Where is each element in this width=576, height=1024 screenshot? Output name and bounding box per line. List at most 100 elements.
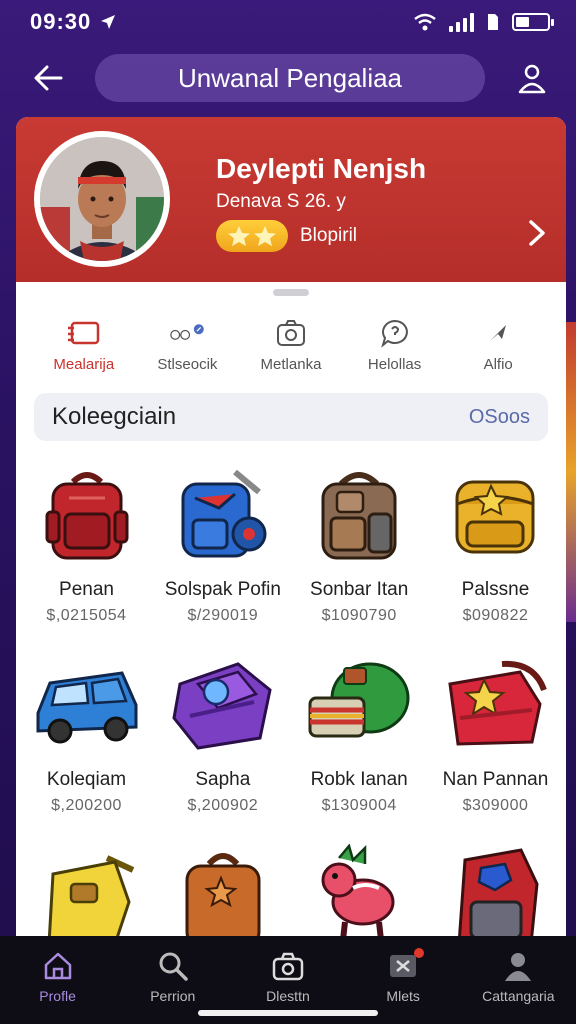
- orange-backpack-icon: [185, 853, 261, 937]
- rank-label: Blopiril: [300, 225, 358, 246]
- rank-row: Blopiril: [216, 220, 357, 252]
- bottom-nav: Profle Perrion Dlesttn Mlets Cattangaria: [0, 936, 576, 1024]
- item-name: Sonbar Itan: [310, 579, 409, 600]
- item-card[interactable]: Solspak Pofin $/290019: [156, 459, 289, 649]
- item-price: $,0215054: [46, 607, 127, 624]
- item-card[interactable]: Penan $,0215054: [20, 459, 153, 649]
- item-price: $,200902: [187, 797, 259, 814]
- item-card[interactable]: [20, 839, 153, 937]
- collection-count: OSoos: [468, 405, 530, 428]
- nav-label: Dlesttn: [266, 988, 310, 1004]
- nav-label: Perrion: [150, 988, 196, 1004]
- tab-metlanka[interactable]: Metlanka: [239, 318, 343, 373]
- nav-profile[interactable]: Profle: [8, 950, 108, 1024]
- nav-label: Cattangaria: [482, 988, 555, 1004]
- link-icon: [170, 324, 205, 340]
- profile-subtitle: Denava S 26. y: [216, 191, 346, 212]
- item-price: $,200200: [51, 797, 122, 814]
- item-price: $1090790: [321, 607, 397, 624]
- blue-backpack-icon: [181, 469, 267, 558]
- item-price: $090822: [462, 607, 529, 624]
- chevron-right-icon: [529, 220, 545, 246]
- home-indicator[interactable]: [198, 1010, 378, 1016]
- tab-alfio[interactable]: Alfio: [446, 318, 550, 373]
- drag-handle[interactable]: [273, 289, 309, 296]
- tab-label: Stlseocik: [157, 356, 218, 373]
- back-button[interactable]: [28, 58, 68, 98]
- star-icon: [228, 226, 250, 246]
- background-card-edge: [566, 322, 576, 622]
- item-card[interactable]: [293, 839, 426, 937]
- yellow-bag-icon: [47, 855, 134, 937]
- item-name: Solspak Pofin: [164, 579, 281, 600]
- item-card[interactable]: Saphа $,200902: [156, 649, 289, 839]
- green-bag-icon: [308, 662, 410, 738]
- tab-label: Mealarija: [53, 356, 115, 373]
- red-backpack-icon: [45, 472, 128, 560]
- item-name: Saphа: [195, 769, 251, 790]
- item-name: Penan: [59, 579, 114, 600]
- status-bar: 09:30: [0, 0, 576, 44]
- nav-label: Mlets: [386, 988, 420, 1004]
- star-icon: [254, 226, 276, 246]
- item-name: Robk Ianan: [310, 769, 408, 790]
- location-arrow-icon: [101, 15, 116, 29]
- profile-card: Deylepti Nenjsh Denava S 26. y Blopiril …: [16, 117, 566, 937]
- profile-detail-button[interactable]: [528, 217, 546, 256]
- item-name: Koleqiam: [46, 769, 127, 790]
- item-price: $/290019: [187, 607, 259, 624]
- collection-search-bar[interactable]: Koleegciain OSoos: [34, 393, 548, 441]
- signal-icon: [449, 12, 474, 32]
- tab-label: Metlanka: [260, 356, 322, 373]
- wifi-icon: [414, 13, 436, 31]
- home-icon: [44, 952, 71, 980]
- item-card[interactable]: Nan Pannan $309000: [429, 649, 562, 839]
- item-card[interactable]: [429, 839, 562, 937]
- send-icon: [490, 325, 507, 341]
- collection-label: Koleegciain: [52, 403, 177, 430]
- red-bag-icon: [448, 660, 548, 746]
- tab-stlseocik[interactable]: Stlseocik: [136, 318, 240, 373]
- avatar[interactable]: [34, 131, 170, 267]
- arrow-left-icon: [34, 65, 63, 91]
- top-nav: Unwanal Pengaliaa: [0, 52, 576, 104]
- status-time: 09:30: [30, 9, 92, 34]
- item-name: Palssne: [461, 579, 530, 600]
- star-rating: [216, 220, 288, 252]
- tab-label: Helollas: [367, 356, 422, 373]
- messages-icon: [390, 955, 417, 977]
- item-card[interactable]: Robk Ianan $1309004: [293, 649, 426, 839]
- dragon-pet-icon: [321, 844, 395, 937]
- category-tabs: Mealarija Stlseocik Metlanka Helollas Al…: [16, 318, 566, 373]
- battery-icon: [512, 13, 554, 31]
- notification-dot: [414, 948, 425, 958]
- item-card[interactable]: [156, 839, 289, 937]
- sim-icon: [488, 14, 498, 30]
- nav-categories[interactable]: Cattangaria: [468, 950, 568, 1024]
- profile-name: Deylepti Nenjsh: [216, 153, 427, 184]
- nav-label: Profle: [39, 988, 76, 1004]
- robot-backpack-icon: [458, 848, 540, 937]
- tab-mealarija[interactable]: Mealarija: [32, 318, 136, 373]
- chat-bubble-icon: [380, 319, 408, 348]
- item-card[interactable]: Sonbar Itan $1090790: [293, 459, 426, 649]
- item-card[interactable]: Palssne $090822: [429, 459, 562, 649]
- tab-helollas[interactable]: Helollas: [343, 318, 447, 373]
- item-card[interactable]: Koleqiam $,200200: [20, 649, 153, 839]
- user-icon: [505, 953, 532, 981]
- inventory-icon: [67, 321, 100, 345]
- blue-car-icon: [36, 671, 137, 744]
- user-icon: [518, 64, 546, 94]
- account-button[interactable]: [512, 58, 552, 98]
- item-price: $309000: [462, 797, 529, 814]
- page-title: Unwanal Pengaliaa: [177, 62, 403, 93]
- brown-backpack-icon: [321, 472, 397, 560]
- search-icon: [159, 952, 188, 981]
- item-name: Nan Pannan: [442, 769, 549, 790]
- yellow-backpack-icon: [455, 480, 535, 554]
- player-portrait: [40, 137, 164, 261]
- item-price: $1309004: [321, 797, 397, 814]
- camera-icon: [276, 320, 305, 346]
- purple-case-icon: [172, 662, 272, 750]
- camera-icon: [272, 952, 304, 981]
